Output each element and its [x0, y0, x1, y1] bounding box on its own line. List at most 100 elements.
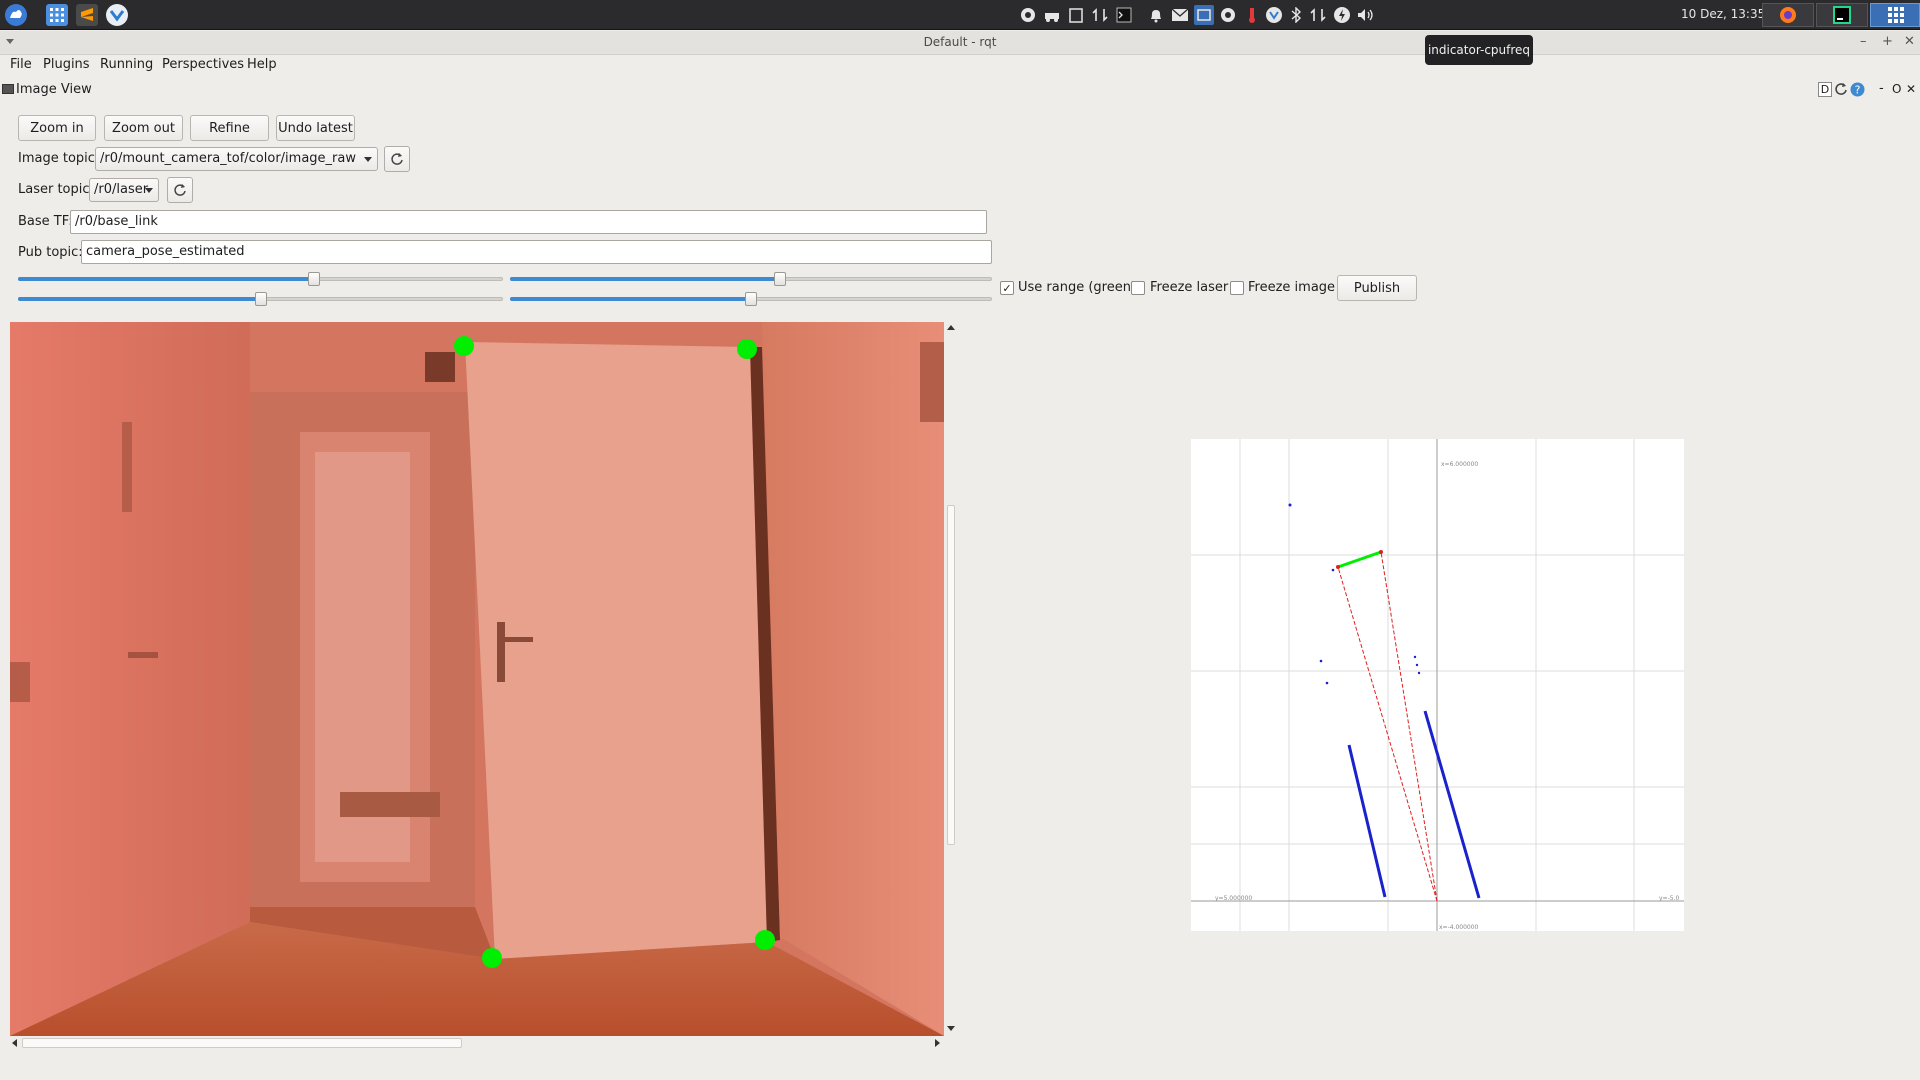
undo-latest-button[interactable]: Undo latest	[276, 115, 355, 141]
terminal-icon[interactable]	[1114, 5, 1134, 25]
range-endpoint	[1379, 550, 1383, 554]
vscode-icon[interactable]	[103, 2, 131, 28]
scroll-left-icon[interactable]	[12, 1039, 17, 1047]
laser-wall-right	[1423, 710, 1481, 899]
dock-help-d-button[interactable]: D	[1818, 82, 1832, 97]
taskbar-firefox[interactable]	[1762, 3, 1814, 27]
image-topic-combo[interactable]: /r0/mount_camera_tof/color/image_raw	[95, 147, 378, 171]
minimize-button[interactable]: –	[1860, 34, 1867, 49]
taskbar-rqt[interactable]	[1870, 3, 1920, 27]
menu-plugins[interactable]: Plugins	[43, 57, 90, 72]
refine-button[interactable]: Refine	[190, 115, 269, 141]
menu-file[interactable]: File	[10, 57, 32, 72]
slider-fill	[18, 297, 261, 301]
laser-topic-value: /r0/laser	[94, 182, 149, 197]
zoom-in-button[interactable]: Zoom in	[18, 115, 96, 141]
slider-bottom-left[interactable]	[18, 292, 503, 306]
image-topic-label: Image topic:	[18, 151, 100, 166]
scroll-right-icon[interactable]	[935, 1039, 940, 1047]
apps-grid-icon[interactable]	[43, 2, 71, 28]
mail-icon[interactable]	[1170, 5, 1190, 25]
corner-marker[interactable]	[737, 339, 757, 359]
taskbar-clion[interactable]	[1816, 3, 1868, 27]
scroll-down-icon[interactable]	[947, 1026, 955, 1031]
sync-2-icon[interactable]	[1218, 5, 1238, 25]
power-icon[interactable]	[1332, 5, 1352, 25]
laser-topic-label: Laser topic:	[18, 182, 94, 197]
image-topic-value: /r0/mount_camera_tof/color/image_raw	[100, 151, 356, 166]
dock-float-button[interactable]: O	[1892, 82, 1901, 96]
slider-handle[interactable]	[307, 272, 320, 286]
zoom-out-button[interactable]: Zoom out	[104, 115, 183, 141]
desktop: 10 Dez, 13:35 Default - rqt – + ✕ File P…	[0, 0, 1920, 1080]
menu-running[interactable]: Running	[100, 57, 153, 72]
corner-marker[interactable]	[482, 948, 502, 968]
image-topic-refresh-button[interactable]	[384, 146, 410, 172]
dock-help-icon[interactable]: ?	[1850, 82, 1865, 101]
clock[interactable]: 10 Dez, 13:35	[1681, 7, 1765, 21]
pub-topic-input[interactable]: camera_pose_estimated	[81, 240, 992, 264]
svg-text:?: ?	[1855, 84, 1861, 97]
dock-title: Image View	[16, 82, 92, 97]
scroll-up-icon[interactable]	[947, 325, 955, 330]
window-titlebar: Default - rqt – + ✕	[0, 31, 1920, 55]
distro-menu-icon[interactable]	[2, 2, 30, 28]
laser-scan-plot[interactable]: x=6.000000 y=5.000000 y=-5.0 x=-4.000000	[1191, 439, 1684, 931]
maximize-button[interactable]: +	[1882, 34, 1893, 49]
scroll-thumb[interactable]	[22, 1038, 462, 1048]
clion-icon	[1833, 6, 1851, 28]
laser-wall-left	[1347, 744, 1387, 898]
camera-image-view[interactable]	[10, 322, 944, 1036]
network-icon[interactable]	[1308, 5, 1328, 25]
temperature-icon[interactable]	[1242, 5, 1262, 25]
top-panel: 10 Dez, 13:35	[0, 0, 1920, 30]
slider-handle[interactable]	[745, 292, 757, 306]
freeze-laser-checkbox[interactable]	[1131, 281, 1145, 295]
image-horizontal-scrollbar[interactable]	[10, 1036, 944, 1050]
laser-points	[1288, 503, 1421, 685]
base-tf-label: Base TF:	[18, 214, 73, 229]
dock-minimize-button[interactable]: -	[1879, 81, 1884, 96]
corner-marker[interactable]	[454, 336, 474, 356]
sync-icon[interactable]	[1018, 5, 1038, 25]
robot-icon[interactable]	[1042, 5, 1062, 25]
dock-reload-icon[interactable]	[1834, 82, 1848, 101]
plot-left-label: y=5.000000	[1215, 895, 1252, 902]
chevron-down-icon	[364, 157, 372, 162]
firefox-icon	[1779, 6, 1797, 28]
volume-icon[interactable]	[1356, 5, 1376, 25]
scroll-thumb[interactable]	[947, 505, 955, 845]
chevron-down-icon	[145, 188, 153, 193]
laser-topic-combo[interactable]: /r0/laser	[89, 178, 159, 202]
close-button[interactable]: ✕	[1904, 34, 1915, 49]
slider-handle[interactable]	[254, 292, 267, 306]
base-tf-input[interactable]: /r0/base_link	[70, 210, 987, 234]
dock-titlebar: Image View D ? - O ✕	[0, 80, 1920, 100]
publish-button[interactable]: Publish	[1337, 275, 1417, 301]
slider-handle[interactable]	[773, 272, 786, 286]
freeze-image-label: Freeze image	[1248, 280, 1336, 295]
slider-fill	[510, 297, 751, 301]
slider-bottom-right[interactable]	[510, 292, 992, 306]
freeze-image-checkbox[interactable]	[1230, 281, 1244, 295]
slider-top-left[interactable]	[18, 272, 503, 286]
dock-close-button[interactable]: ✕	[1906, 82, 1916, 96]
refresh-icon	[391, 153, 403, 165]
laser-topic-refresh-button[interactable]	[167, 177, 193, 203]
image-vertical-scrollbar[interactable]	[944, 322, 958, 1036]
use-range-label: Use range (green)	[1018, 280, 1137, 295]
menu-perspectives[interactable]: Perspectives	[162, 57, 244, 72]
slider-fill	[18, 277, 314, 281]
cpufreq-indicator-icon[interactable]	[1194, 5, 1214, 25]
transfer-icon[interactable]	[1090, 5, 1110, 25]
sublime-text-icon[interactable]	[73, 2, 101, 28]
bell-icon[interactable]	[1146, 5, 1166, 25]
slider-top-right[interactable]	[510, 272, 992, 286]
corner-marker[interactable]	[755, 930, 775, 950]
use-range-checkbox[interactable]: ✓	[1000, 281, 1014, 295]
clipboard-icon[interactable]	[1066, 5, 1086, 25]
menubar: File Plugins Running Perspectives Help	[0, 55, 1920, 79]
vscode-tray-icon[interactable]	[1264, 5, 1284, 25]
bluetooth-icon[interactable]	[1286, 5, 1306, 25]
menu-help[interactable]: Help	[247, 57, 277, 72]
